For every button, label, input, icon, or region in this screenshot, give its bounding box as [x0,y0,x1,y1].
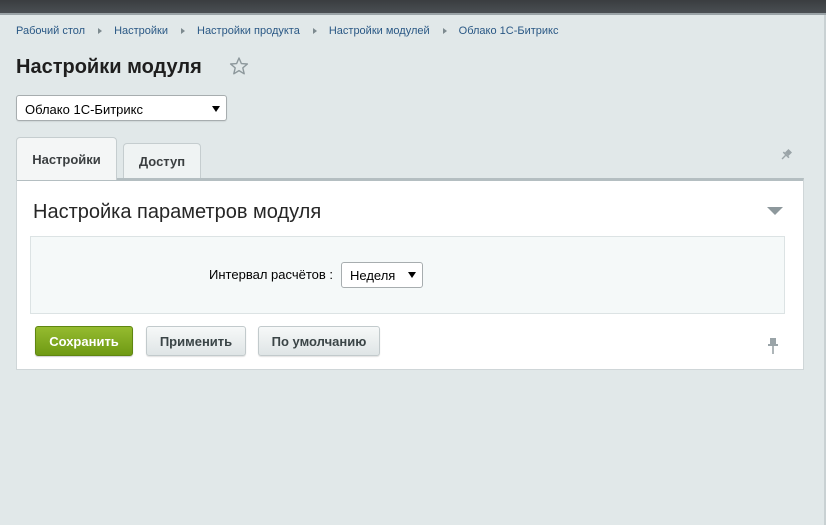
breadcrumb-separator-icon [312,27,317,34]
breadcrumb-separator-icon [181,27,185,34]
interval-select-value: Неделя [350,268,396,283]
section-title: Настройка параметров модуля [33,201,322,223]
fields-area: Интервал расчётов : Неделя [30,236,785,314]
apply-button[interactable]: Применить [146,326,246,356]
interval-label: Интервал расчётов : [209,267,333,282]
tab-access[interactable]: Доступ [123,143,201,178]
breadcrumb-product-settings[interactable]: Настройки продукта [197,25,300,37]
settings-panel: Настройка параметров модуля Интервал рас… [16,178,804,370]
save-button[interactable]: Сохранить [35,326,133,356]
pin-icon[interactable] [766,337,780,355]
breadcrumb-cloud-bitrix[interactable]: Облако 1С-Битрикс [459,25,559,37]
admin-top-bar [0,0,826,15]
module-select-value: Облако 1С-Битрикс [25,102,143,117]
tab-settings[interactable]: Настройки [16,137,117,180]
breadcrumb-module-settings[interactable]: Настройки модулей [329,25,430,37]
interval-select[interactable]: Неделя [341,262,423,288]
module-select[interactable]: Облако 1С-Битрикс [16,95,227,121]
breadcrumb: Рабочий стол Настройки Настройки продукта Н… [16,25,558,37]
breadcrumb-desktop[interactable]: Рабочий стол [16,25,85,37]
page-title: Настройки модуля [16,56,202,78]
breadcrumb-settings[interactable]: Настройки [114,25,168,37]
collapse-arrow-icon[interactable] [767,207,783,215]
chevron-down-icon [212,106,220,112]
breadcrumb-separator-icon [98,27,103,34]
pin-icon[interactable] [779,148,793,162]
default-button[interactable]: По умолчанию [258,326,380,356]
chevron-down-icon [408,272,416,278]
breadcrumb-separator-icon [442,27,447,34]
star-icon[interactable] [229,56,249,76]
